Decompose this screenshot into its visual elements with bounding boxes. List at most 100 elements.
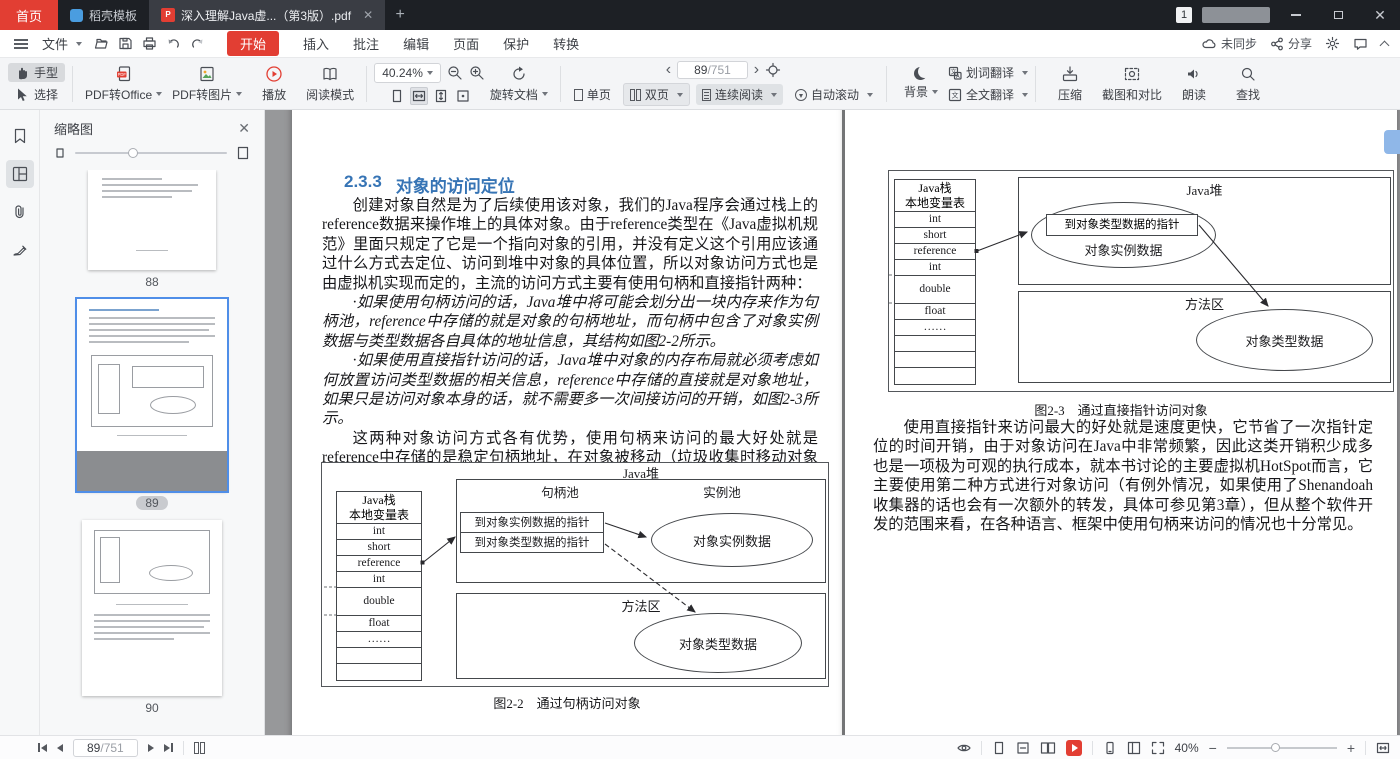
- thumbnail-larger-icon[interactable]: [236, 146, 250, 160]
- user-account[interactable]: [1202, 7, 1270, 23]
- thumbnails-panel-button[interactable]: [5, 160, 34, 188]
- tab-page[interactable]: 页面: [453, 34, 479, 53]
- share-label: 分享: [1287, 37, 1312, 51]
- close-tab-icon[interactable]: ✕: [363, 8, 373, 22]
- single-page-view-icon[interactable]: [992, 741, 1006, 755]
- fit-page-view-icon[interactable]: [1016, 741, 1030, 755]
- new-tab-button[interactable]: +: [385, 0, 415, 30]
- continuous-read-button[interactable]: 连续阅读: [695, 84, 783, 105]
- close-window-button[interactable]: ✕: [1364, 0, 1396, 30]
- document-tab[interactable]: P 深入理解Java虚...（第3版）.pdf ✕: [149, 0, 386, 30]
- settings-gear-icon[interactable]: [1325, 36, 1340, 51]
- previous-page-button[interactable]: ‹: [666, 62, 671, 78]
- print-icon[interactable]: [142, 36, 157, 51]
- chevron-down-icon: [156, 92, 163, 96]
- bookmarks-panel-button[interactable]: [6, 122, 34, 150]
- redo-icon[interactable]: [190, 36, 205, 51]
- template-tab[interactable]: 稻壳模板: [58, 0, 149, 30]
- home-tab[interactable]: 首页: [0, 0, 58, 30]
- minimize-button[interactable]: [1280, 0, 1312, 30]
- select-tool-button[interactable]: 选择: [8, 85, 65, 104]
- page-number-field[interactable]: 89/751: [73, 738, 138, 757]
- fit-window-icon[interactable]: [1376, 741, 1390, 755]
- tab-home[interactable]: 开始: [227, 31, 280, 56]
- wps-pdf-reader-window: 首页 稻壳模板 P 深入理解Java虚...（第3版）.pdf ✕ + 1 ✕ …: [0, 0, 1400, 759]
- read-mode-button[interactable]: 阅读模式: [301, 65, 359, 103]
- zoom-slider[interactable]: [1226, 742, 1337, 752]
- find-button[interactable]: 查找: [1221, 65, 1275, 103]
- actual-size-icon[interactable]: [454, 87, 472, 105]
- thumbnail-page-90[interactable]: [82, 520, 222, 696]
- zoom-slider-handle[interactable]: [1270, 742, 1280, 752]
- read-aloud-button[interactable]: 朗读: [1167, 65, 1221, 103]
- stack-row-empty: [895, 336, 975, 352]
- page-number-field[interactable]: 89/751: [677, 61, 748, 79]
- tab-comment[interactable]: 批注: [353, 34, 379, 53]
- tab-convert[interactable]: 转换: [553, 34, 579, 53]
- document-view[interactable]: 2.3.3 对象的访问定位 创建对象自然是为了后续使用该对象，我们的Java程序…: [265, 110, 1400, 735]
- thumbnail-list[interactable]: 88 89 90: [40, 170, 264, 735]
- fit-page-icon[interactable]: [432, 87, 450, 105]
- thumbnail-size-slider[interactable]: [75, 148, 227, 158]
- stack-row: float: [895, 304, 975, 320]
- thumb-figure-detail: [100, 537, 120, 583]
- save-icon[interactable]: [118, 36, 133, 51]
- thumbnail-page-89[interactable]: [75, 297, 229, 493]
- thumbnail-page-88[interactable]: [88, 170, 216, 270]
- signature-panel-button[interactable]: [6, 236, 34, 264]
- file-menu[interactable]: 文件: [42, 34, 83, 53]
- auto-scroll-button[interactable]: 自动滚动: [789, 84, 879, 105]
- thumbnail-smaller-icon[interactable]: [54, 147, 66, 159]
- next-page-button[interactable]: [147, 743, 154, 752]
- tab-edit[interactable]: 编辑: [403, 34, 429, 53]
- translate-tools: 文A 划词翻译 文 全文翻译: [948, 64, 1028, 103]
- full-translate-button[interactable]: 文 全文翻译: [948, 86, 1028, 103]
- word-translate-button[interactable]: 文A 划词翻译: [948, 64, 1028, 81]
- double-page-mode-button[interactable]: 双页: [622, 83, 690, 106]
- reader-widget[interactable]: [1384, 130, 1400, 154]
- close-panel-icon[interactable]: ✕: [238, 120, 250, 137]
- next-page-button[interactable]: ›: [754, 62, 759, 78]
- background-button[interactable]: 背景: [894, 67, 948, 100]
- tab-insert[interactable]: 插入: [303, 34, 329, 53]
- page-locate-icon[interactable]: [765, 62, 781, 78]
- maximize-button[interactable]: [1322, 0, 1354, 30]
- rotate-document-button[interactable]: 旋转文档: [485, 65, 553, 103]
- hand-tool-button[interactable]: 手型: [8, 63, 66, 82]
- single-page-mode-button[interactable]: 单页: [568, 84, 617, 105]
- screenshot-compare-button[interactable]: 截图和对比: [1097, 65, 1167, 103]
- fit-width-icon[interactable]: [409, 86, 428, 105]
- compress-button[interactable]: 压缩: [1043, 65, 1097, 103]
- feedback-comment-icon[interactable]: [1353, 37, 1368, 51]
- first-page-button[interactable]: [38, 743, 47, 752]
- double-page-view-icon[interactable]: [1040, 741, 1056, 755]
- single-page-view-icon[interactable]: [388, 87, 406, 105]
- undo-icon[interactable]: [166, 36, 181, 51]
- open-file-icon[interactable]: [94, 36, 109, 51]
- last-page-button[interactable]: [163, 743, 173, 752]
- share-button[interactable]: 分享: [1270, 35, 1312, 52]
- full-screen-icon[interactable]: [1151, 741, 1165, 755]
- zoom-out-button[interactable]: −: [1209, 741, 1217, 755]
- eye-protect-icon[interactable]: [956, 741, 971, 755]
- zoom-level-select[interactable]: 40.24%: [374, 62, 441, 83]
- hamburger-menu-icon[interactable]: [14, 42, 28, 45]
- pdf-to-image-button[interactable]: PDF转图片: [167, 65, 247, 103]
- spread-view-icon[interactable]: [193, 741, 205, 754]
- pdf-to-office-button[interactable]: PDF PDF转Office: [80, 65, 167, 103]
- play-slideshow-button[interactable]: [1065, 739, 1082, 756]
- tab-protect[interactable]: 保护: [503, 34, 529, 53]
- attachments-panel-button[interactable]: [6, 198, 34, 226]
- mobile-view-icon[interactable]: [1103, 741, 1117, 755]
- slider-handle[interactable]: [128, 148, 139, 158]
- play-slideshow-button[interactable]: 播放: [247, 65, 301, 103]
- previous-page-button[interactable]: [57, 743, 63, 752]
- collapse-ribbon-icon[interactable]: [1379, 40, 1390, 50]
- zoom-out-icon[interactable]: [447, 65, 463, 81]
- stack-row: float: [337, 616, 421, 632]
- layout-grid-icon[interactable]: [1127, 741, 1141, 755]
- notification-badge[interactable]: 1: [1176, 7, 1192, 23]
- zoom-in-icon[interactable]: [469, 65, 485, 81]
- zoom-in-button[interactable]: +: [1347, 741, 1355, 755]
- sync-status[interactable]: 未同步: [1202, 35, 1257, 52]
